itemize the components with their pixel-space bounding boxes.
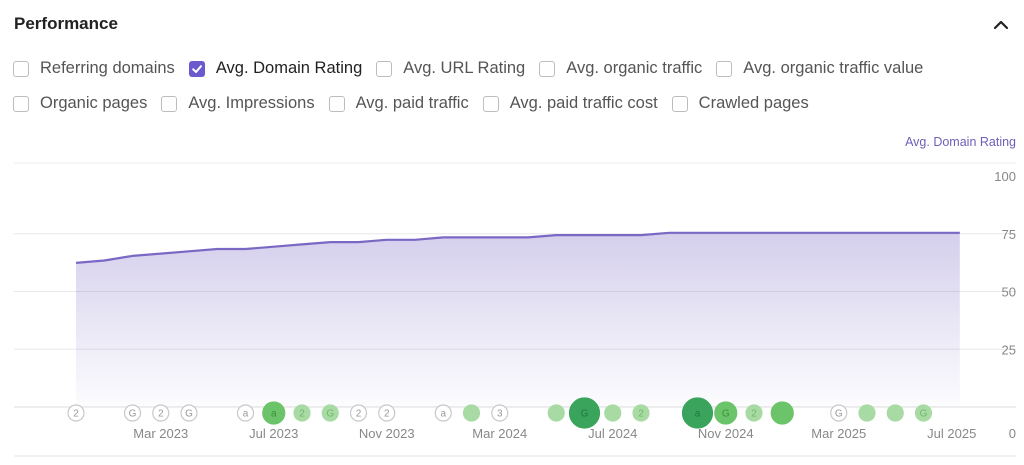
y-tick-label: 0 — [1009, 426, 1016, 441]
event-marker-label: a — [243, 409, 249, 420]
event-marker[interactable] — [462, 404, 481, 422]
event-marker-circle — [770, 401, 794, 425]
y-tick-label: 50 — [1002, 285, 1016, 300]
event-marker[interactable] — [886, 404, 904, 422]
event-marker[interactable]: 3 — [491, 404, 509, 422]
event-marker[interactable]: 2 — [67, 404, 85, 422]
event-marker[interactable]: G — [568, 397, 601, 429]
event-marker-circle — [886, 404, 904, 422]
event-marker-label: 2 — [158, 409, 164, 420]
x-tick-label: Nov 2023 — [359, 426, 415, 441]
event-marker-label: a — [271, 409, 277, 420]
event-marker-circle — [858, 404, 876, 422]
event-marker[interactable] — [547, 404, 565, 422]
event-marker[interactable]: a — [681, 397, 714, 429]
event-marker[interactable]: G — [321, 404, 339, 422]
event-marker[interactable]: G — [180, 404, 198, 422]
event-marker-label: 2 — [384, 409, 390, 420]
event-marker[interactable]: 2 — [349, 404, 368, 422]
event-marker-label: G — [326, 409, 334, 420]
y-tick-label: 100 — [994, 169, 1016, 184]
x-tick-label: Jul 2024 — [588, 426, 637, 441]
event-marker[interactable]: 2 — [293, 404, 311, 422]
x-tick-label: Mar 2025 — [811, 426, 866, 441]
event-marker-label: G — [185, 409, 193, 420]
event-marker[interactable]: a — [262, 401, 286, 425]
event-marker[interactable]: a — [236, 404, 255, 422]
y-tick-label: 25 — [1002, 342, 1016, 357]
event-marker-label: G — [581, 409, 589, 420]
event-marker[interactable]: 2 — [745, 404, 763, 422]
event-marker[interactable] — [770, 401, 794, 425]
event-marker-label: G — [129, 409, 137, 420]
x-tick-label: Jul 2025 — [927, 426, 976, 441]
event-marker[interactable]: 2 — [378, 404, 396, 422]
event-marker[interactable]: G — [914, 404, 933, 422]
x-tick-label: Nov 2024 — [698, 426, 754, 441]
y-tick-label: 75 — [1002, 227, 1016, 242]
event-marker[interactable]: 2 — [152, 404, 170, 422]
event-marker[interactable]: a — [434, 404, 452, 422]
event-marker-label: a — [440, 409, 446, 420]
event-marker-label: 2 — [638, 409, 644, 420]
event-marker-circle — [604, 404, 622, 422]
event-marker-circle — [462, 404, 481, 422]
series-area-fill — [76, 232, 960, 407]
domain-rating-chart[interactable]: 2 G 2 Ga a 2 G 2 2 a 3 G 2 a G 2 G G Mar 2023 Jul 2023 Nov … — [0, 0, 1024, 465]
event-marker-label: 2 — [73, 409, 79, 420]
event-marker[interactable]: G — [123, 404, 142, 422]
event-marker[interactable]: G — [830, 404, 848, 422]
event-marker-circle — [547, 404, 565, 422]
x-tick-label: Jul 2023 — [249, 426, 298, 441]
event-marker-label: 2 — [299, 409, 305, 420]
x-tick-label: Mar 2024 — [472, 426, 527, 441]
event-marker[interactable]: G — [714, 401, 738, 425]
event-marker-label: 2 — [356, 409, 362, 420]
x-tick-label: Mar 2023 — [133, 426, 188, 441]
event-marker[interactable] — [604, 404, 622, 422]
event-marker-label: G — [920, 409, 928, 420]
event-marker-label: a — [695, 409, 701, 420]
event-marker-label: G — [722, 409, 730, 420]
event-marker[interactable]: 2 — [632, 404, 650, 422]
event-marker[interactable] — [858, 404, 876, 422]
event-marker-label: 2 — [751, 409, 757, 420]
event-marker-label: G — [835, 409, 843, 420]
event-marker-label: 3 — [497, 409, 503, 420]
